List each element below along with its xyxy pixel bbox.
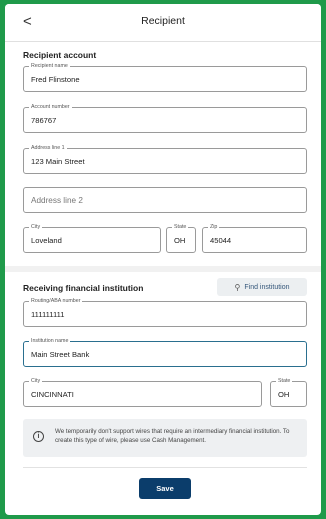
institution-state-value: OH <box>278 390 290 399</box>
recipient-name-value: Fred Flinstone <box>31 75 80 84</box>
footer-divider <box>23 467 307 468</box>
routing-number-value: 111111111 <box>31 310 65 319</box>
routing-number-field[interactable]: Routing/ABA number 111111111 <box>23 297 307 327</box>
section-divider <box>5 266 321 272</box>
institution-name-label: Institution name <box>29 337 71 345</box>
institution-state-field[interactable]: State OH <box>270 377 307 407</box>
account-number-value: 786767 <box>31 116 57 125</box>
city-field[interactable]: City Loveland <box>23 223 161 253</box>
institution-city-value: CINCINNATI <box>31 390 74 399</box>
info-message: We temporarily don't support wires that … <box>55 428 290 444</box>
address-line-1-field[interactable]: Address line 1 123 Main Street <box>23 144 307 174</box>
recipient-name-label: Recipient name <box>29 62 70 70</box>
save-button[interactable]: Save <box>139 478 191 499</box>
state-value: OH <box>174 236 186 245</box>
zip-field[interactable]: Zip 45044 <box>202 223 307 253</box>
recipient-name-field[interactable]: Recipient name Fred Flinstone <box>23 62 307 92</box>
state-label: State <box>172 223 189 231</box>
city-label: City <box>29 223 43 231</box>
zip-label: Zip <box>208 223 220 231</box>
address-line-2-field[interactable]: Address line 2 <box>23 187 307 213</box>
recipient-form: < Recipient Recipient account Recipient … <box>5 4 321 515</box>
institution-name-value: Main Street Bank <box>31 350 90 359</box>
find-institution-button[interactable]: ⚲ Find institution <box>217 278 307 296</box>
institution-section-title: Receiving financial institution <box>23 283 144 293</box>
zip-value: 45044 <box>210 236 232 245</box>
institution-name-field[interactable]: Institution name Main Street Bank <box>23 337 307 367</box>
info-icon: i <box>33 431 44 442</box>
address-line-1-value: 123 Main Street <box>31 157 85 166</box>
recipient-section-title: Recipient account <box>23 50 97 60</box>
institution-city-field[interactable]: City CINCINNATI <box>23 377 262 407</box>
address-line-2-placeholder: Address line 2 <box>31 196 83 205</box>
institution-state-label: State <box>276 377 293 385</box>
account-number-field[interactable]: Account number 786767 <box>23 103 307 133</box>
intermediary-info-banner: i We temporarily don't support wires tha… <box>23 419 307 457</box>
address-line-1-label: Address line 1 <box>29 144 67 152</box>
city-value: Loveland <box>31 236 62 245</box>
state-field[interactable]: State OH <box>166 223 196 253</box>
page-title: Recipient <box>141 15 185 27</box>
institution-city-label: City <box>29 377 43 385</box>
header-bar: < Recipient <box>5 4 321 42</box>
routing-number-label: Routing/ABA number <box>29 297 83 305</box>
account-number-label: Account number <box>29 103 72 111</box>
search-icon: ⚲ <box>234 282 241 292</box>
find-institution-label: Find institution <box>244 283 290 291</box>
